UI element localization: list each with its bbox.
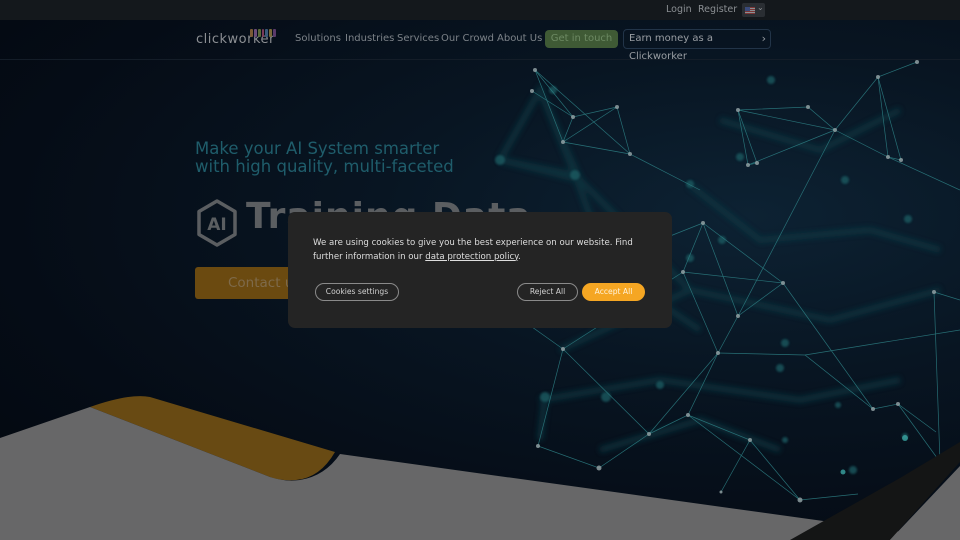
ai-hexagon-icon: AI	[195, 198, 239, 248]
us-flag-icon	[745, 7, 755, 14]
reject-all-button[interactable]: Reject All	[517, 283, 578, 301]
cookie-message: We are using cookies to give you the bes…	[313, 237, 643, 264]
hero-subtitle: Make your AI System smarter with high qu…	[195, 140, 454, 176]
nav-item-industries[interactable]: Industries	[345, 33, 394, 44]
chevron-down-icon: ⌄	[757, 3, 764, 12]
earn-money-button[interactable]: Earn money as a Clickworker ›	[623, 29, 771, 62]
cookie-banner: We are using cookies to give you the bes…	[288, 212, 672, 328]
page: Login Register ⌄ clickworker Solutions I…	[0, 0, 960, 540]
nav-item-our-crowd[interactable]: Our Crowd	[441, 33, 494, 44]
top-utility-bar: Login Register ⌄	[0, 0, 960, 20]
accept-all-button[interactable]: Accept All	[582, 283, 645, 301]
ai-badge-text: AI	[207, 215, 226, 235]
language-selector[interactable]: ⌄	[742, 3, 765, 17]
logo-bars-icon	[250, 29, 277, 37]
earn-money-label: Earn money as a Clickworker	[629, 33, 713, 62]
data-protection-policy-link[interactable]: data protection policy	[425, 252, 518, 262]
hero-subtitle-line2: with high quality, multi-faceted	[195, 157, 454, 176]
register-link[interactable]: Register	[698, 4, 737, 15]
cookies-settings-button[interactable]: Cookies settings	[315, 283, 399, 301]
cookie-message-end: .	[518, 251, 521, 262]
nav-item-solutions[interactable]: Solutions	[295, 33, 341, 44]
chevron-right-icon: ›	[761, 32, 766, 45]
main-navigation: clickworker Solutions Industries Service…	[0, 20, 960, 62]
get-in-touch-button[interactable]: Get in touch	[545, 30, 618, 48]
hero-subtitle-line1: Make your AI System smarter	[195, 139, 440, 158]
login-link[interactable]: Login	[666, 4, 692, 15]
nav-item-services[interactable]: Services	[397, 33, 439, 44]
nav-item-about-us[interactable]: About Us	[497, 33, 542, 44]
